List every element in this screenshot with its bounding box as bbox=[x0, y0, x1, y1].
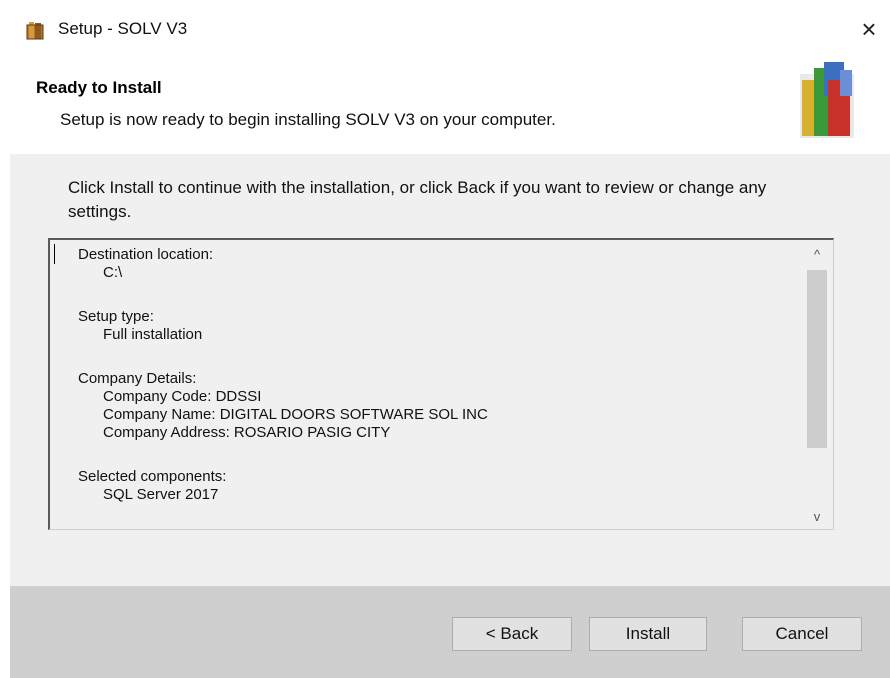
wizard-logo-image bbox=[800, 62, 854, 138]
memo-line bbox=[78, 442, 488, 468]
memo-line bbox=[78, 344, 488, 370]
memo-content: Destination location: C:\ Setup type: Fu… bbox=[78, 246, 488, 504]
text-cursor bbox=[54, 244, 55, 264]
memo-line: Company Name: DIGITAL DOORS SOFTWARE SOL… bbox=[78, 406, 488, 423]
setup-app-icon bbox=[26, 22, 44, 40]
scroll-down-arrow-icon[interactable]: v bbox=[806, 506, 828, 528]
instruction-text: Click Install to continue with the insta… bbox=[68, 178, 767, 221]
header-panel bbox=[0, 56, 890, 154]
install-button[interactable]: Install bbox=[589, 617, 707, 651]
memo-line: Company Details: bbox=[78, 370, 197, 387]
memo-line: Company Address: ROSARIO PASIG CITY bbox=[78, 424, 391, 441]
back-button[interactable]: < Back bbox=[452, 617, 572, 651]
memo-line: SQL Server 2017 bbox=[78, 486, 219, 503]
memo-line: Full installation bbox=[78, 326, 203, 343]
page-title: Ready to Install bbox=[36, 78, 162, 97]
close-button[interactable]: × bbox=[852, 12, 886, 46]
window-title: Setup - SOLV V3 bbox=[58, 19, 188, 38]
memo-line bbox=[78, 282, 488, 308]
scroll-thumb[interactable] bbox=[807, 270, 827, 448]
page-subtitle: Setup is now ready to begin installing S… bbox=[60, 110, 556, 129]
memo-line: Selected components: bbox=[78, 468, 227, 485]
memo-line: Setup type: bbox=[78, 308, 154, 325]
title-bar: Setup - SOLV V3 × bbox=[0, 0, 890, 56]
memo-line: C:\ bbox=[78, 264, 123, 281]
cancel-button[interactable]: Cancel bbox=[742, 617, 862, 651]
memo-line: Company Code: DDSSI bbox=[78, 388, 262, 405]
scroll-up-arrow-icon[interactable]: ^ bbox=[806, 244, 828, 266]
memo-line: Destination location: bbox=[78, 246, 214, 263]
